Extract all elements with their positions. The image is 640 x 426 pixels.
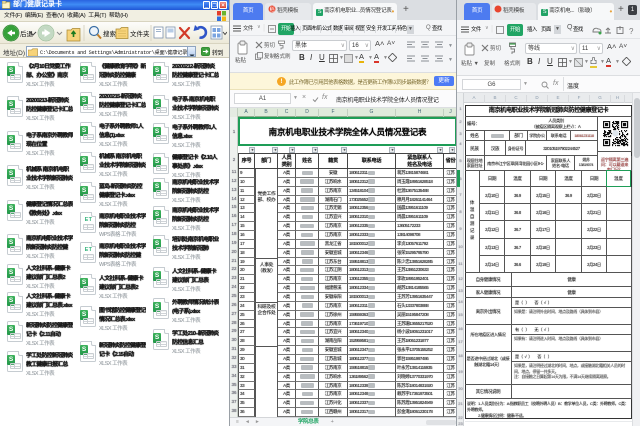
svg-text:▼: ▼ xyxy=(448,43,453,49)
svg-text:稻: 稻 xyxy=(270,6,275,13)
svg-text:?: ? xyxy=(629,27,634,35)
svg-text:▼: ▼ xyxy=(448,57,453,63)
svg-text:搜索: 搜索 xyxy=(103,29,117,38)
svg-text:文件夹: 文件夹 xyxy=(130,29,150,38)
